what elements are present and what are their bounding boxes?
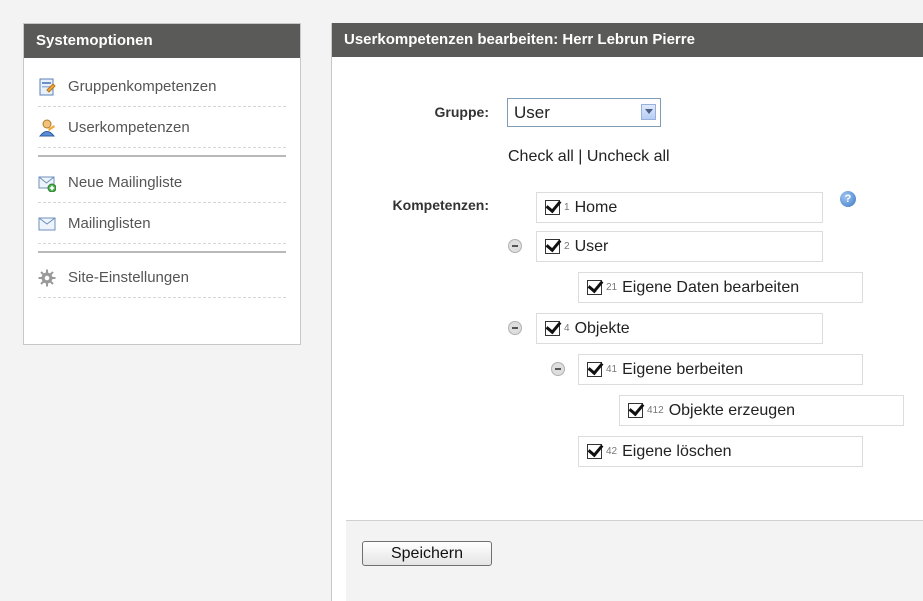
node-number: 412	[647, 405, 664, 416]
edit-user-competences-panel: Userkompetenzen bearbeiten: Herr Lebrun …	[331, 23, 923, 601]
page-title: Userkompetenzen bearbeiten: Herr Lebrun …	[332, 23, 923, 57]
new-mail-icon	[38, 174, 57, 192]
tree-node-own-delete: 42 Eigene löschen	[578, 436, 863, 467]
sidebar-item-label: Site-Einstellungen	[68, 269, 189, 286]
node-number: 41	[606, 364, 618, 375]
sidebar-item-new-mailing-list[interactable]: Neue Mailingliste	[38, 162, 286, 203]
node-number: 1	[564, 202, 570, 213]
tree-node-objects: 4 Objekte	[536, 313, 823, 344]
sidebar-item-site-settings[interactable]: Site-Einstellungen	[38, 257, 286, 298]
tree-node-own-edit: 41 Eigene berbeiten	[578, 354, 863, 385]
group-label: Gruppe:	[434, 104, 489, 120]
sidebar-menu: Gruppenkompetenzen Userkompetenzen	[24, 58, 300, 148]
sidebar-item-label: Mailinglisten	[68, 215, 151, 232]
sidebar-item-group-competences[interactable]: Gruppenkompetenzen	[38, 66, 286, 107]
sidebar-item-user-competences[interactable]: Userkompetenzen	[38, 107, 286, 148]
checkbox[interactable]	[545, 239, 560, 254]
sidebar-title: Systemoptionen	[24, 24, 300, 58]
sidebar-menu-site: Site-Einstellungen	[24, 257, 300, 298]
uncheck-all-link[interactable]: Uncheck all	[587, 148, 670, 165]
node-label: Eigene löschen	[622, 442, 732, 460]
checkbox[interactable]	[545, 321, 560, 336]
group-select[interactable]: User	[507, 98, 661, 127]
group-competence-icon	[38, 78, 56, 96]
tree-node-home: 1 Home	[536, 192, 823, 223]
node-label: Objekte	[574, 319, 630, 337]
sidebar-divider	[38, 251, 286, 253]
system-options-panel: Systemoptionen Gruppenkompetenzen Userko…	[23, 23, 301, 345]
chevron-down-icon[interactable]	[641, 104, 656, 120]
tree-node-user: 2 User	[536, 231, 823, 262]
competences-label: Kompetenzen:	[392, 197, 489, 213]
gear-icon	[38, 269, 56, 287]
node-label: Eigene berbeiten	[622, 360, 744, 378]
sidebar-item-label: Neue Mailingliste	[68, 174, 183, 191]
node-number: 21	[606, 282, 618, 293]
collapse-icon[interactable]	[508, 321, 522, 335]
form-footer: Speichern	[346, 520, 923, 601]
check-divider: |	[578, 148, 583, 165]
node-label: Eigene Daten bearbeiten	[622, 278, 800, 296]
help-icon[interactable]: ?	[840, 191, 856, 207]
tree-node-create-objects: 412 Objekte erzeugen	[619, 395, 904, 426]
check-links: Check all | Uncheck all	[508, 148, 670, 166]
node-number: 4	[564, 323, 570, 334]
sidebar-item-label: Userkompetenzen	[68, 119, 190, 136]
check-all-link[interactable]: Check all	[508, 148, 574, 165]
node-label: User	[574, 237, 609, 255]
node-number: 42	[606, 446, 618, 457]
checkbox[interactable]	[587, 362, 602, 377]
collapse-icon[interactable]	[508, 239, 522, 253]
checkbox[interactable]	[545, 200, 560, 215]
checkbox[interactable]	[587, 444, 602, 459]
group-select-value: User	[514, 103, 550, 122]
collapse-icon[interactable]	[551, 362, 565, 376]
checkbox[interactable]	[628, 403, 643, 418]
node-label: Home	[574, 198, 618, 216]
sidebar-item-label: Gruppenkompetenzen	[68, 78, 217, 95]
node-number: 2	[564, 241, 570, 252]
sidebar-divider	[38, 155, 286, 157]
tree-node-own-data: 21 Eigene Daten bearbeiten	[578, 272, 863, 303]
mail-icon	[38, 215, 56, 233]
checkbox[interactable]	[587, 280, 602, 295]
node-label: Objekte erzeugen	[668, 401, 795, 419]
sidebar-menu-mail: Neue Mailingliste Mailinglisten	[24, 162, 300, 244]
sidebar-item-mailing-lists[interactable]: Mailinglisten	[38, 203, 286, 244]
save-button[interactable]: Speichern	[362, 541, 492, 566]
user-competence-icon	[38, 119, 56, 137]
